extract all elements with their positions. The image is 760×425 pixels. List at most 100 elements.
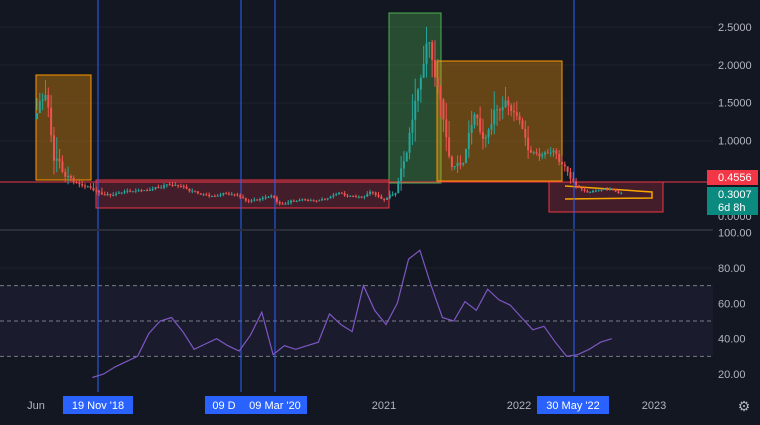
candle-body <box>586 190 589 193</box>
candle-body <box>419 77 422 90</box>
candle-body <box>103 194 106 196</box>
candle-body <box>321 199 324 201</box>
candle-body <box>335 194 338 196</box>
candle-body <box>92 187 95 191</box>
time-tick-label: Jun <box>27 400 45 412</box>
candle-body <box>603 189 606 191</box>
candle-body <box>394 193 397 195</box>
candle-body <box>270 195 273 197</box>
candle-body <box>323 199 326 201</box>
candle-body <box>360 196 363 198</box>
candle-body <box>377 194 380 197</box>
candle-body <box>129 190 132 192</box>
candle-body <box>247 200 250 202</box>
candle-body <box>518 115 521 121</box>
time-tick-label: 2022 <box>507 400 531 412</box>
candle-body <box>182 185 185 187</box>
candle-body <box>196 191 199 194</box>
candle-body <box>188 188 191 192</box>
candle-body <box>275 197 278 202</box>
candle-body <box>414 100 417 120</box>
candle-body <box>614 189 617 192</box>
candle-body <box>146 190 149 192</box>
gear-icon[interactable]: ⚙ <box>736 398 752 414</box>
candle-body <box>253 199 256 201</box>
candle-body <box>301 199 304 201</box>
candle-body <box>546 152 549 154</box>
candle-body <box>388 194 391 199</box>
candle-body <box>456 162 459 167</box>
candle-body <box>417 89 420 101</box>
candle-body <box>611 188 614 190</box>
candle-body <box>583 189 586 191</box>
candle-body <box>216 195 219 197</box>
candle-body <box>264 197 267 199</box>
candle-body <box>72 178 75 183</box>
candle-body <box>402 161 405 169</box>
candle-body <box>210 195 213 197</box>
candle-body <box>563 164 566 167</box>
candle-body <box>98 190 101 193</box>
candle-body <box>134 190 137 192</box>
chart-canvas[interactable]: 2.50002.00001.50001.00000.0000 100.0080.… <box>0 0 760 420</box>
candle-body <box>383 198 386 200</box>
candle-body <box>194 190 197 192</box>
candle-body <box>225 193 228 195</box>
candle-body <box>473 114 476 125</box>
time-tick-label: 2023 <box>642 400 666 412</box>
candle-body <box>411 119 414 133</box>
candle-body <box>470 124 473 133</box>
candle-body <box>117 192 120 194</box>
candle-body <box>213 195 216 197</box>
candle-body <box>267 196 270 198</box>
candle-body <box>230 194 233 196</box>
candle-body <box>242 197 245 199</box>
candle-body <box>38 100 41 114</box>
candle-body <box>315 200 318 202</box>
candle-body <box>64 171 67 177</box>
rsi-tick-label: 80.00 <box>718 263 746 275</box>
candle-body <box>115 193 118 195</box>
candle-body <box>448 137 451 157</box>
candle-body <box>177 184 180 186</box>
candle-body <box>425 43 428 65</box>
price-tick-label: 2.5000 <box>718 22 752 34</box>
candle-body <box>36 113 38 120</box>
candle-body <box>577 185 580 188</box>
candle-body <box>459 162 462 165</box>
candle-body <box>47 94 50 108</box>
candle-body <box>273 195 276 198</box>
candle-body <box>306 199 309 201</box>
candle-body <box>143 190 146 192</box>
date-badge-label: 30 May '22 <box>546 400 599 412</box>
candle-body <box>199 193 202 195</box>
candle-body <box>160 187 163 189</box>
candle-body <box>555 150 558 154</box>
candle-body <box>278 201 281 204</box>
candle-body <box>55 158 58 161</box>
candle-body <box>620 192 623 194</box>
candle-body <box>120 192 123 194</box>
candle-body <box>151 188 154 190</box>
orange-box-2[interactable] <box>436 60 563 182</box>
candle-body <box>109 194 112 196</box>
orange-box-1[interactable] <box>35 74 92 181</box>
candle-body <box>439 86 442 100</box>
candle-body <box>436 77 439 87</box>
candle-body <box>391 194 394 196</box>
countdown-label: 6d 8h <box>718 202 746 214</box>
candle-body <box>258 199 261 201</box>
candle-body <box>479 118 482 132</box>
rsi-tick-label: 20.00 <box>718 369 746 381</box>
candle-body <box>617 191 620 194</box>
date-badge-label: 19 Nov '18 <box>72 400 124 412</box>
trading-chart[interactable]: 2.5000 2.0000 1.5000 1.0000 0.0000 100.00 80.… <box>0 0 760 420</box>
candle-body <box>594 190 597 192</box>
candle-body <box>445 119 448 138</box>
date-badge-label: 09 Mar '20 <box>249 400 301 412</box>
candle-body <box>453 166 456 168</box>
candle-body <box>597 190 600 192</box>
candle-body <box>329 196 332 199</box>
candle-body <box>295 201 298 203</box>
candle-body <box>219 194 222 196</box>
